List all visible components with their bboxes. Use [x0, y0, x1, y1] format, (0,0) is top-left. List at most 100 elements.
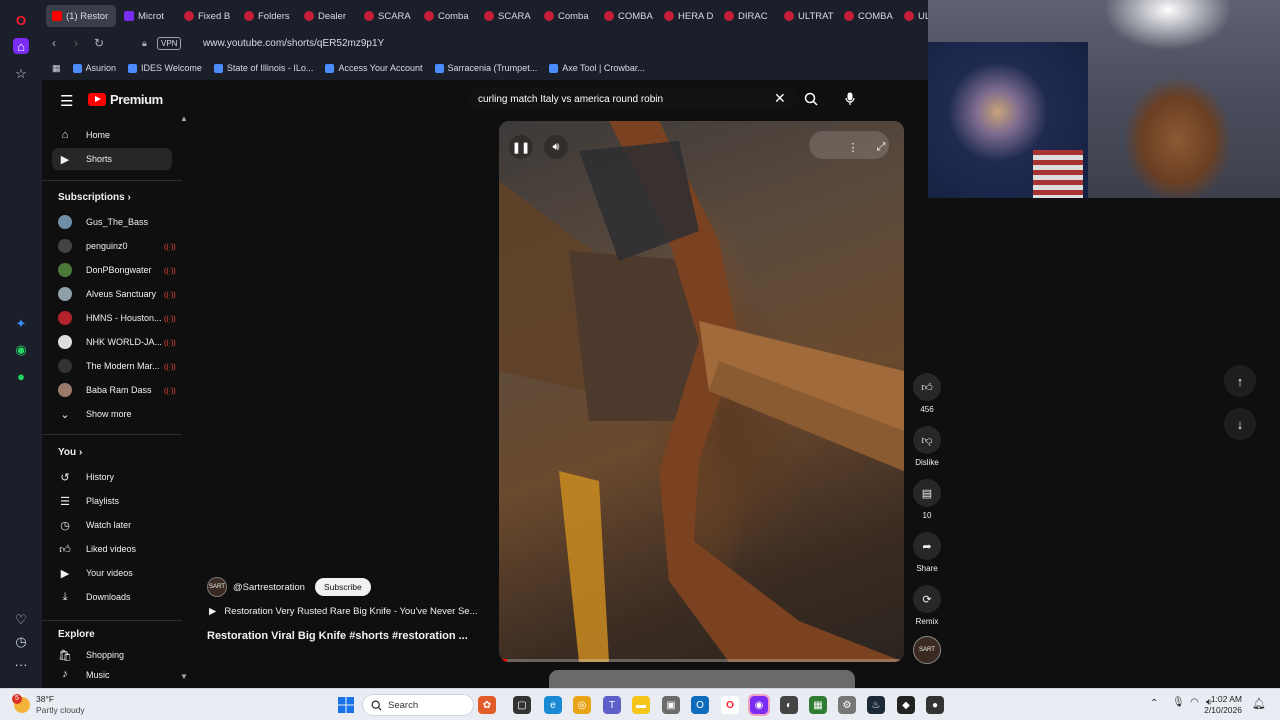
start-button[interactable]	[337, 696, 355, 714]
weather-widget[interactable]: 5 38°F Partly cloudy	[12, 694, 85, 716]
channel-handle[interactable]: @Sartrestoration	[233, 582, 305, 593]
more-icon[interactable]: ···	[13, 656, 29, 672]
file-explorer-icon[interactable]: ▬	[632, 696, 650, 714]
subscription-item[interactable]: Gus_The_Bass	[52, 211, 172, 233]
sidebar-item-downloads[interactable]: ⤓ Downloads	[52, 586, 172, 608]
sidebar-item-your-videos[interactable]: ▶ Your videos	[52, 562, 172, 584]
sidebar-item-shopping[interactable]: 🛍︎ Shopping	[52, 644, 172, 666]
outlook-icon[interactable]: O	[691, 696, 709, 714]
bookmark-item[interactable]: IDES Welcome	[128, 63, 202, 73]
task-view-icon[interactable]: ▢	[513, 696, 531, 714]
wifi-icon[interactable]: ◠	[1190, 697, 1199, 708]
url-field[interactable]: www.youtube.com/shorts/qER52mz9p1Y	[203, 38, 384, 49]
sidebar-item-watch-later[interactable]: ◷ Watch later	[52, 514, 172, 536]
browser-tab[interactable]: SCARA	[478, 5, 536, 27]
chrome-icon[interactable]: ◎	[573, 696, 591, 714]
comments-button[interactable]: ▤ 10	[904, 479, 950, 520]
home-icon[interactable]: ⌂	[13, 38, 29, 54]
browser-tab[interactable]: DIRAC	[718, 5, 776, 27]
clear-search-icon[interactable]: ✕	[774, 90, 786, 107]
remix-button[interactable]: ⟳ Remix	[904, 585, 950, 626]
bookmark-item[interactable]: State of Illinois - ILo...	[213, 63, 313, 73]
clock[interactable]: 1:02 AM 2/10/2026	[1200, 694, 1242, 716]
heart-icon[interactable]: ♡	[13, 612, 29, 628]
scroll-down-icon[interactable]: ▼	[180, 672, 188, 681]
subscription-item[interactable]: The Modern Mar... ((·))	[52, 355, 176, 377]
whatsapp-icon[interactable]: ◉	[13, 342, 29, 358]
subscription-item[interactable]: NHK WORLD-JA... ((·))	[52, 331, 176, 353]
opera-gx-icon[interactable]: ◉	[748, 694, 770, 716]
browser-tab[interactable]: HERA D	[658, 5, 716, 27]
back-icon[interactable]: ‹	[52, 36, 56, 50]
browser-tab[interactable]: Fixed B	[178, 5, 236, 27]
messenger-icon[interactable]: ✦	[13, 316, 29, 332]
forward-icon[interactable]: ›	[74, 36, 78, 50]
microphone-icon[interactable]: 🎙︎	[1172, 697, 1185, 708]
opera-logo-icon[interactable]: O	[13, 12, 29, 28]
settings-icon[interactable]: ⚙	[838, 696, 856, 714]
subscription-item[interactable]: Alveus Sanctuary ((·))	[52, 283, 176, 305]
channel-avatar-button[interactable]: SART	[904, 636, 950, 668]
sidebar-item-music[interactable]: ♪ Music	[52, 668, 172, 680]
channel-avatar[interactable]: SART	[207, 577, 227, 597]
browser-tab[interactable]: Comba	[538, 5, 596, 27]
subscription-item[interactable]: HMNS - Houston... ((·))	[52, 307, 176, 329]
steam-icon[interactable]: ♨	[867, 696, 885, 714]
subscription-item[interactable]: penguinz0 ((·))	[52, 235, 176, 257]
share-button[interactable]: ➦ Share	[904, 532, 950, 573]
spotify-icon[interactable]: ●	[13, 368, 29, 384]
notification-bell-icon[interactable]: 🔔︎	[1252, 697, 1266, 710]
browser-tab[interactable]: ULTRAT	[778, 5, 836, 27]
search-input[interactable]: curling match Italy vs america round rob…	[468, 88, 799, 110]
teams-icon[interactable]: T	[603, 696, 621, 714]
app-icon[interactable]: ▣	[662, 696, 680, 714]
volume-button[interactable]: 🔊︎	[544, 135, 568, 159]
scroll-up-icon[interactable]: ▲	[180, 114, 188, 123]
browser-tab[interactable]: Microt	[118, 5, 176, 27]
subscriptions-heading[interactable]: Subscriptions ›	[58, 192, 131, 203]
bookmark-item[interactable]: Asurion	[72, 63, 116, 73]
bookmark-item[interactable]: Sarracenia (Trumpet...	[434, 63, 537, 73]
app-icon[interactable]: ◆	[897, 696, 915, 714]
sidebar-item-history[interactable]: ↺ History	[52, 466, 172, 488]
app-icon[interactable]: ◐	[780, 696, 798, 714]
voice-search-button[interactable]	[839, 88, 861, 110]
browser-tab[interactable]: COMBA	[598, 5, 656, 27]
browser-tab[interactable]: Folders	[238, 5, 296, 27]
browser-tab[interactable]: ULTRA	[898, 5, 928, 27]
system-tray-chevron-icon[interactable]: ⌃	[1150, 698, 1158, 709]
shorts-video-player[interactable]: ❚❚ 🔊︎ ⋮ ⤢	[499, 121, 904, 662]
next-video-button[interactable]: ↓	[1224, 408, 1256, 440]
previous-video-button[interactable]: ↑	[1224, 365, 1256, 397]
browser-tab[interactable]: COMBA	[838, 5, 896, 27]
vpn-badge[interactable]: VPN	[157, 37, 182, 50]
like-button[interactable]: 👍︎ 456	[904, 373, 950, 414]
widgets-icon[interactable]: ✿	[478, 696, 496, 714]
app-icon[interactable]: ▦	[809, 696, 827, 714]
bookmark-item[interactable]: Axe Tool | Crowbar...	[549, 63, 645, 73]
sidebar-item-playlists[interactable]: ☰ Playlists	[52, 490, 172, 512]
edge-icon[interactable]: e	[544, 696, 562, 714]
pause-button[interactable]: ❚❚	[509, 135, 533, 159]
opera-icon[interactable]: O	[721, 696, 739, 714]
show-more-button[interactable]: ⌄ Show more	[52, 403, 172, 425]
subscription-item[interactable]: Baba Ram Dass ((·))	[52, 379, 176, 401]
browser-tab[interactable]: (1) Restor	[46, 5, 116, 27]
search-button[interactable]	[799, 88, 823, 110]
more-options-icon[interactable]: ⋮	[841, 135, 865, 159]
star-icon[interactable]: ☆	[13, 66, 29, 82]
history-icon[interactable]: ◷	[13, 634, 29, 650]
browser-tab[interactable]: Dealer	[298, 5, 356, 27]
reload-icon[interactable]: ↻	[94, 36, 104, 50]
video-title[interactable]: Restoration Viral Big Knife #shorts #res…	[207, 630, 468, 642]
app-icon[interactable]: ●	[926, 696, 944, 714]
bookmarks-grid-icon[interactable]: ▦	[52, 63, 61, 74]
bookmark-item[interactable]: Access Your Account	[325, 63, 423, 73]
taskbar-search[interactable]: Search	[362, 694, 474, 716]
sidebar-item-liked-videos[interactable]: 👍︎ Liked videos	[52, 538, 172, 560]
dislike-button[interactable]: 👎︎ Dislike	[904, 426, 950, 467]
subscription-item[interactable]: DonPBongwater ((·))	[52, 259, 176, 281]
browser-tab[interactable]: SCARA	[358, 5, 416, 27]
progress-bar[interactable]	[499, 659, 904, 662]
fullscreen-icon[interactable]: ⤢	[869, 135, 893, 159]
